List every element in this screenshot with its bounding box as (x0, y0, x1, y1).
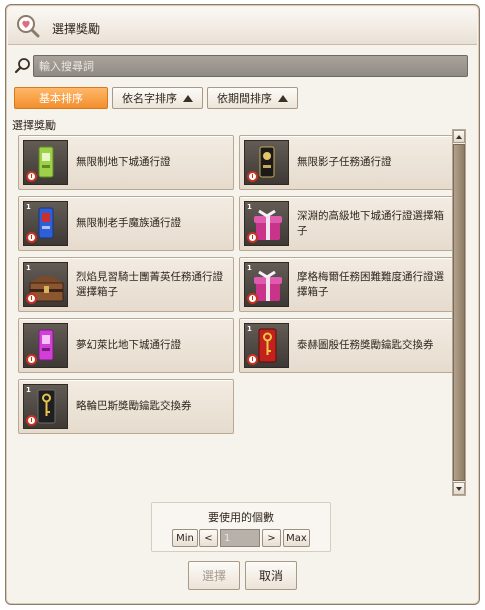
vertical-scrollbar[interactable] (452, 129, 466, 496)
select-button[interactable]: 選擇 (188, 561, 240, 590)
timer-clock-icon (26, 293, 37, 304)
sort-by-period-label: 依期間排序 (217, 92, 272, 105)
magenta-pass-card-icon (23, 323, 68, 368)
scroll-thumb[interactable] (453, 144, 465, 481)
reward-item-name: 烈焰見習騎士團菁英任務通行證選擇箱子 (76, 270, 223, 298)
scroll-down-button[interactable] (453, 482, 465, 495)
window-title: 選擇獎勵 (52, 22, 101, 36)
count-badge: 1 (26, 203, 31, 211)
green-pass-card-icon (23, 140, 68, 185)
pink-gift-box-icon: 1 (244, 262, 289, 307)
heart-magnifier-icon (17, 15, 40, 38)
cancel-button[interactable]: 取消 (245, 561, 297, 590)
reward-item-name: 無限影子任務通行證 (297, 156, 392, 168)
timer-clock-icon (26, 171, 37, 182)
reward-item[interactable]: 1 深淵的高級地下城通行證選擇箱子 (239, 196, 453, 251)
reward-item[interactable]: 1 略輪巴斯獎勵鑰匙交換券 (18, 379, 234, 434)
count-badge: 1 (247, 325, 252, 333)
quantity-increase-button[interactable]: > (262, 529, 281, 547)
search-input[interactable] (33, 55, 468, 77)
count-badge: 1 (247, 264, 252, 272)
triangle-up-icon (183, 94, 193, 102)
sort-by-period-button[interactable]: 依期間排序 (207, 87, 298, 109)
reward-item-name: 無限制地下城通行證 (76, 156, 171, 168)
scroll-up-button[interactable] (453, 130, 465, 143)
gold-key-ticket-icon: 1 (23, 384, 68, 429)
reward-item[interactable]: 1 摩格梅爾任務困難難度通行證選擇箱子 (239, 257, 453, 312)
arrow-up-icon (456, 134, 462, 139)
quantity-decrease-button[interactable]: < (199, 529, 218, 547)
reward-item-name: 夢幻萊比地下城通行證 (76, 339, 181, 351)
reward-item-name: 摩格梅爾任務困難難度通行證選擇箱子 (297, 270, 444, 298)
sort-basic-button[interactable]: 基本排序 (14, 87, 108, 109)
reward-item[interactable]: 1 泰赫圖殷任務獎勵鑰匙交換券 (239, 318, 453, 373)
timer-clock-icon (26, 354, 37, 365)
reward-item-name: 深淵的高級地下城通行證選擇箱子 (297, 209, 444, 237)
sort-basic-label: 基本排序 (39, 92, 83, 105)
reward-item[interactable]: 1 烈焰見習騎士團菁英任務通行證選擇箱子 (18, 257, 234, 312)
quantity-input[interactable] (220, 529, 260, 547)
count-badge: 1 (26, 264, 31, 272)
timer-clock-icon (247, 293, 258, 304)
shadow-pass-card-icon (244, 140, 289, 185)
quantity-min-button[interactable]: Min (172, 529, 198, 547)
count-badge: 1 (247, 203, 252, 211)
pink-gift-box-icon: 1 (244, 201, 289, 246)
reward-list: 無限制地下城通行證 無限影子任務通行證 1 無限制老手魔族通行證 1 深淵的高級… (12, 129, 453, 496)
count-badge: 1 (26, 386, 31, 394)
timer-clock-icon (26, 415, 37, 426)
title-bar[interactable]: 選擇獎勵 (8, 7, 477, 45)
quantity-label: 要使用的個數 (208, 511, 274, 524)
sort-by-name-label: 依名字排序 (122, 92, 177, 105)
timer-clock-icon (247, 354, 258, 365)
sort-by-name-button[interactable]: 依名字排序 (112, 87, 203, 109)
timer-clock-icon (247, 171, 258, 182)
reward-item[interactable]: 無限影子任務通行證 (239, 135, 453, 190)
reward-item[interactable]: 1 無限制老手魔族通行證 (18, 196, 234, 251)
quantity-max-button[interactable]: Max (283, 529, 310, 547)
timer-clock-icon (247, 232, 258, 243)
reward-item-name: 略輪巴斯獎勵鑰匙交換券 (76, 400, 192, 412)
reward-item-name: 無限制老手魔族通行證 (76, 217, 181, 229)
reward-selection-window: 選擇獎勵 基本排序 依名字排序 依期間排序 選擇獎勵 無限制地下城通行證 (5, 4, 480, 605)
reward-item[interactable]: 夢幻萊比地下城通行證 (18, 318, 234, 373)
reward-item-name: 泰赫圖殷任務獎勵鑰匙交換券 (297, 339, 434, 351)
quantity-panel: 要使用的個數 Min < > Max (151, 502, 331, 552)
reward-item[interactable]: 無限制地下城通行證 (18, 135, 234, 190)
timer-clock-icon (26, 232, 37, 243)
red-key-ticket-icon: 1 (244, 323, 289, 368)
triangle-up-icon (278, 94, 288, 102)
blue-pass-card-icon: 1 (23, 201, 68, 246)
arrow-down-icon (456, 486, 462, 491)
search-icon (14, 58, 30, 74)
treasure-chest-icon: 1 (23, 262, 68, 307)
